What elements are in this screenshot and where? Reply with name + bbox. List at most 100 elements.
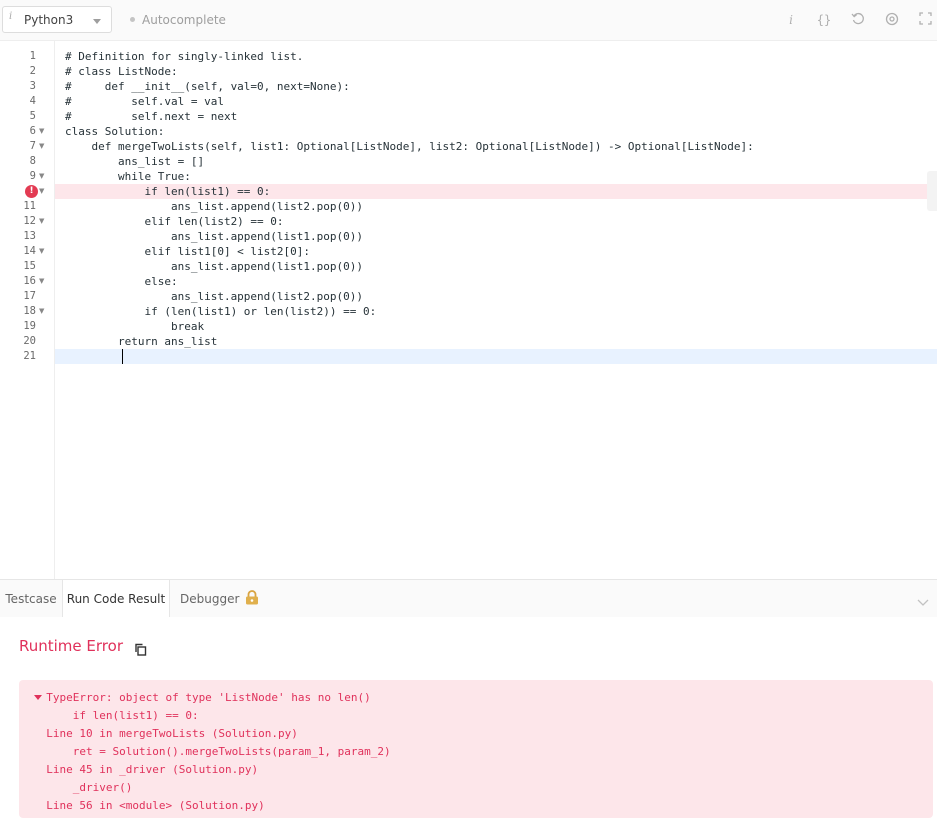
code-editor[interactable]: 1 # Definition for singly-linked list. 2 #… [0,41,937,579]
code-line[interactable]: 15 ans_list.append(list1.pop(0)) [0,259,937,274]
code-line[interactable]: 1 # Definition for singly-linked list. [0,49,937,64]
line-number: 19 [23,320,36,332]
code-text: # self.val = val [65,95,224,108]
line-number: 20 [23,335,36,347]
tab-debugger[interactable]: Debugger [180,580,270,617]
code-text: while True: [65,170,191,183]
fold-toggle-icon[interactable]: ▼ [39,304,44,319]
line-number: 1 [29,50,36,62]
error-line: TypeError: object of type 'ListNode' has… [33,691,371,704]
code-text: # def __init__(self, val=0, next=None): [65,80,350,93]
code-text: elif list1[0] < list2[0]: [65,245,311,258]
error-line: Line 10 in mergeTwoLists (Solution.py) [33,727,298,740]
code-text: ans_list.append(list2.pop(0)) [65,290,364,303]
text-cursor [122,349,123,364]
code-text: return ans_list [65,335,218,348]
fold-toggle-icon[interactable]: ▼ [39,214,44,229]
code-line[interactable]: 6 ▼ class Solution: [0,124,937,139]
code-text: def mergeTwoLists(self, list1: Optional[… [65,140,754,153]
line-number: 21 [23,350,36,362]
code-text: ans_list.append(list1.pop(0)) [65,260,364,273]
code-text: # class ListNode: [65,65,178,78]
line-number: 17 [23,290,36,302]
code-text: ans_list = [] [65,155,205,168]
code-lines: 1 # Definition for singly-linked list. 2 #… [0,49,937,364]
code-line[interactable]: 20 return ans_list [0,334,937,349]
code-line[interactable]: 11 ans_list.append(list2.pop(0)) [0,199,937,214]
fold-toggle-icon[interactable]: ▼ [39,274,44,289]
line-number: 4 [29,95,36,107]
line-number: 9 [29,170,36,182]
code-line[interactable]: 3 # def __init__(self, val=0, next=None): [0,79,937,94]
line-number: 8 [29,155,36,167]
error-line: if len(list1) == 0: [33,709,199,722]
chevron-down-icon[interactable] [917,592,929,611]
fold-toggle-icon[interactable]: ▼ [39,244,44,259]
language-select[interactable]: i Python3 [2,6,112,33]
autocomplete-toggle[interactable]: Autocomplete [130,13,226,27]
code-text: else: [65,275,178,288]
code-line[interactable]: 19 break [0,319,937,334]
fullscreen-icon[interactable] [917,12,933,28]
reset-icon[interactable] [850,12,866,28]
line-number: 14 [23,245,36,257]
fold-toggle-icon[interactable]: ▼ [39,184,44,199]
code-text: # Definition for singly-linked list. [65,50,304,63]
line-number: 12 [23,215,36,227]
braces-icon[interactable]: {} [814,12,834,28]
result-title: Runtime Error [19,637,123,655]
code-line[interactable]: 9 ▼ while True: [0,169,937,184]
code-line[interactable]: 8 ans_list = [] [0,154,937,169]
language-select-value: Python3 [24,13,74,27]
autocomplete-status-dot [130,17,135,22]
code-text: elif len(list2) == 0: [65,215,284,228]
lock-icon [245,582,259,620]
code-text: break [65,320,205,333]
line-number: 11 [23,200,36,212]
code-line[interactable]: 7 ▼ def mergeTwoLists(self, list1: Option… [0,139,937,154]
code-line[interactable]: 16 ▼ else: [0,274,937,289]
code-text: class Solution: [65,125,165,138]
chevron-down-icon [93,19,101,24]
line-number: 13 [23,230,36,242]
copy-icon[interactable] [134,641,147,660]
tab-debugger-label: Debugger [180,592,240,606]
code-line[interactable]: 13 ans_list.append(list1.pop(0)) [0,229,937,244]
error-line: Line 56 in <module> (Solution.py) [33,799,265,812]
editor-scrollbar[interactable] [927,171,937,211]
language-info-badge: i [9,11,13,22]
error-marker-icon[interactable]: ! [25,185,38,198]
tab-testcase[interactable]: Testcase [0,580,62,617]
line-number: 2 [29,65,36,77]
error-output: TypeError: object of type 'ListNode' has… [19,680,933,818]
tab-run-code-result[interactable]: Run Code Result [62,580,170,618]
autocomplete-label: Autocomplete [142,13,226,27]
code-text: ans_list.append(list1.pop(0)) [65,230,364,243]
code-line[interactable]: 14 ▼ elif list1[0] < list2[0]: [0,244,937,259]
code-line[interactable]: 5 # self.next = next [0,109,937,124]
code-line[interactable]: 4 # self.val = val [0,94,937,109]
line-number: 16 [23,275,36,287]
fold-toggle-icon[interactable]: ▼ [39,124,44,139]
code-line[interactable]: 12 ▼ elif len(list2) == 0: [0,214,937,229]
line-number: 18 [23,305,36,317]
error-line: ret = Solution().mergeTwoLists(param_1, … [33,745,391,758]
code-line-current[interactable]: 21 [0,349,937,364]
error-line: Line 45 in _driver (Solution.py) [33,763,259,776]
code-text: if (len(list1) or len(list2)) == 0: [65,305,377,318]
line-number: 6 [29,125,36,137]
line-number: 15 [23,260,36,272]
fold-toggle-icon[interactable]: ▼ [39,139,44,154]
fold-toggle-icon[interactable]: ▼ [39,169,44,184]
code-line[interactable]: 2 # class ListNode: [0,64,937,79]
code-text: ans_list.append(list2.pop(0)) [65,200,364,213]
code-line-error[interactable]: ! ▼ if len(list1) == 0: [0,184,937,199]
run-result-panel: Runtime Error TypeError: object of type … [0,617,937,827]
code-line[interactable]: 18 ▼ if (len(list1) or len(list2)) == 0: [0,304,937,319]
console-tabs: Testcase Run Code Result Debugger [0,579,937,618]
settings-icon[interactable] [884,12,900,28]
code-text: if len(list1) == 0: [65,185,271,198]
info-icon[interactable]: i [786,12,796,28]
error-line: _driver() [33,781,133,794]
code-line[interactable]: 17 ans_list.append(list2.pop(0)) [0,289,937,304]
